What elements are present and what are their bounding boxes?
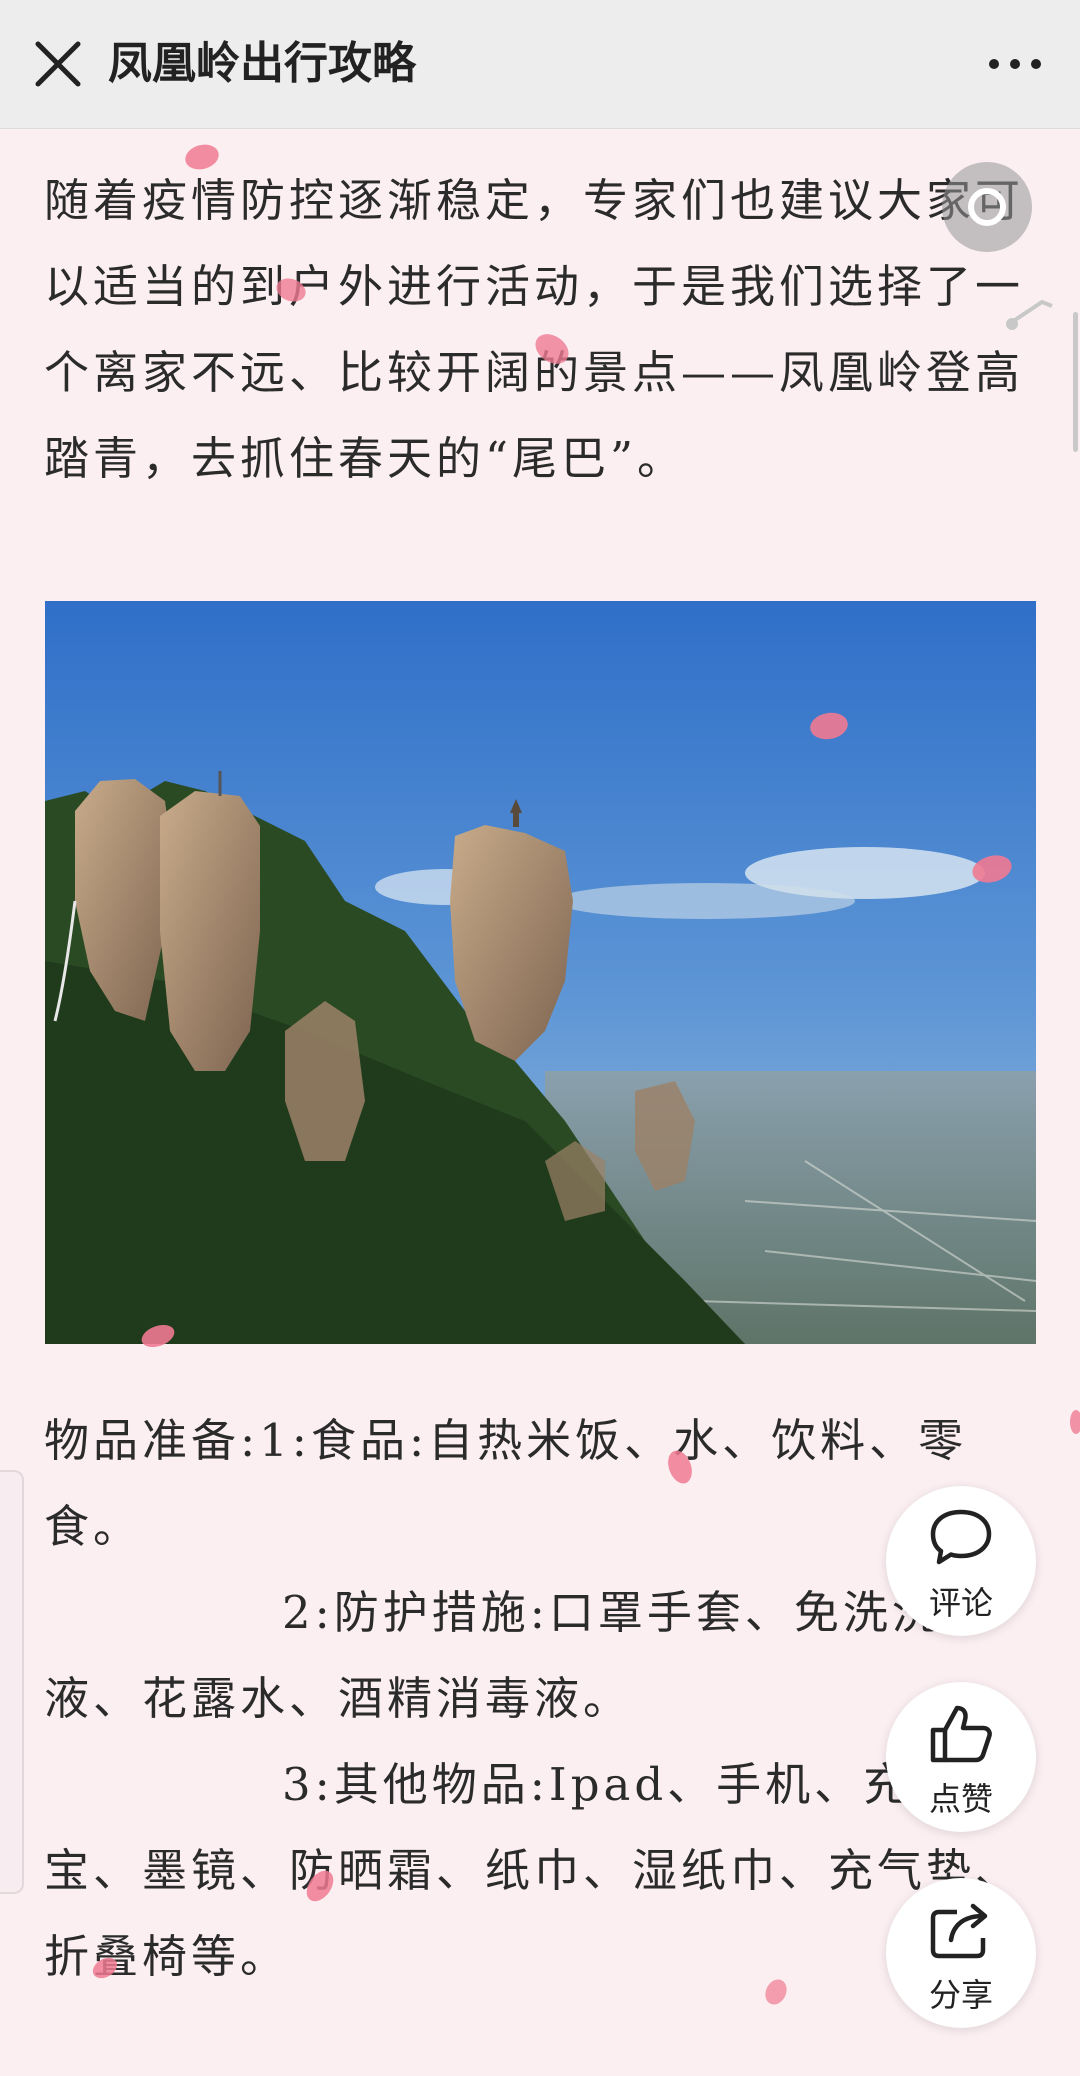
petal-icon [668,1450,692,1484]
items-preparation-text: 物品准备:1:食品:自热米饭、水、饮料、零食。 2:防护措施:口罩手套、免洗洗手… [44,1414,1025,1983]
like-label: 点赞 [928,1781,993,1817]
share-arrow-icon [930,1903,988,1959]
comment-bubble-icon [930,1509,992,1565]
petal-icon [141,1324,175,1348]
petal-icon [276,278,306,302]
share-button[interactable]: 分享 [886,1878,1036,2028]
petal-icon [1070,1410,1080,1434]
music-note-icon [1006,299,1053,330]
share-label: 分享 [928,1977,993,2013]
more-dots-icon[interactable] [980,40,1050,88]
page-title: 凤凰岭出行攻略 [108,39,416,88]
top-bar: 凤凰岭出行攻略 [0,0,1080,129]
petal-icon [185,144,219,170]
music-disc-icon[interactable] [942,162,1032,252]
comment-button[interactable]: 评论 [886,1486,1036,1636]
petal-icon [765,1979,787,2005]
close-icon[interactable] [30,36,86,92]
scenic-photo [45,601,1036,1344]
petal-icon [972,855,1012,883]
comment-label: 评论 [928,1585,993,1621]
like-button[interactable]: 点赞 [886,1682,1036,1832]
petal-icon [306,1870,334,1902]
thumbs-up-icon [930,1705,992,1763]
side-tab-handle[interactable] [0,1470,24,1894]
petal-icon [810,712,848,740]
petal-icon [535,334,569,364]
petal-icon [92,1957,118,1979]
scrollbar[interactable] [1073,312,1078,452]
